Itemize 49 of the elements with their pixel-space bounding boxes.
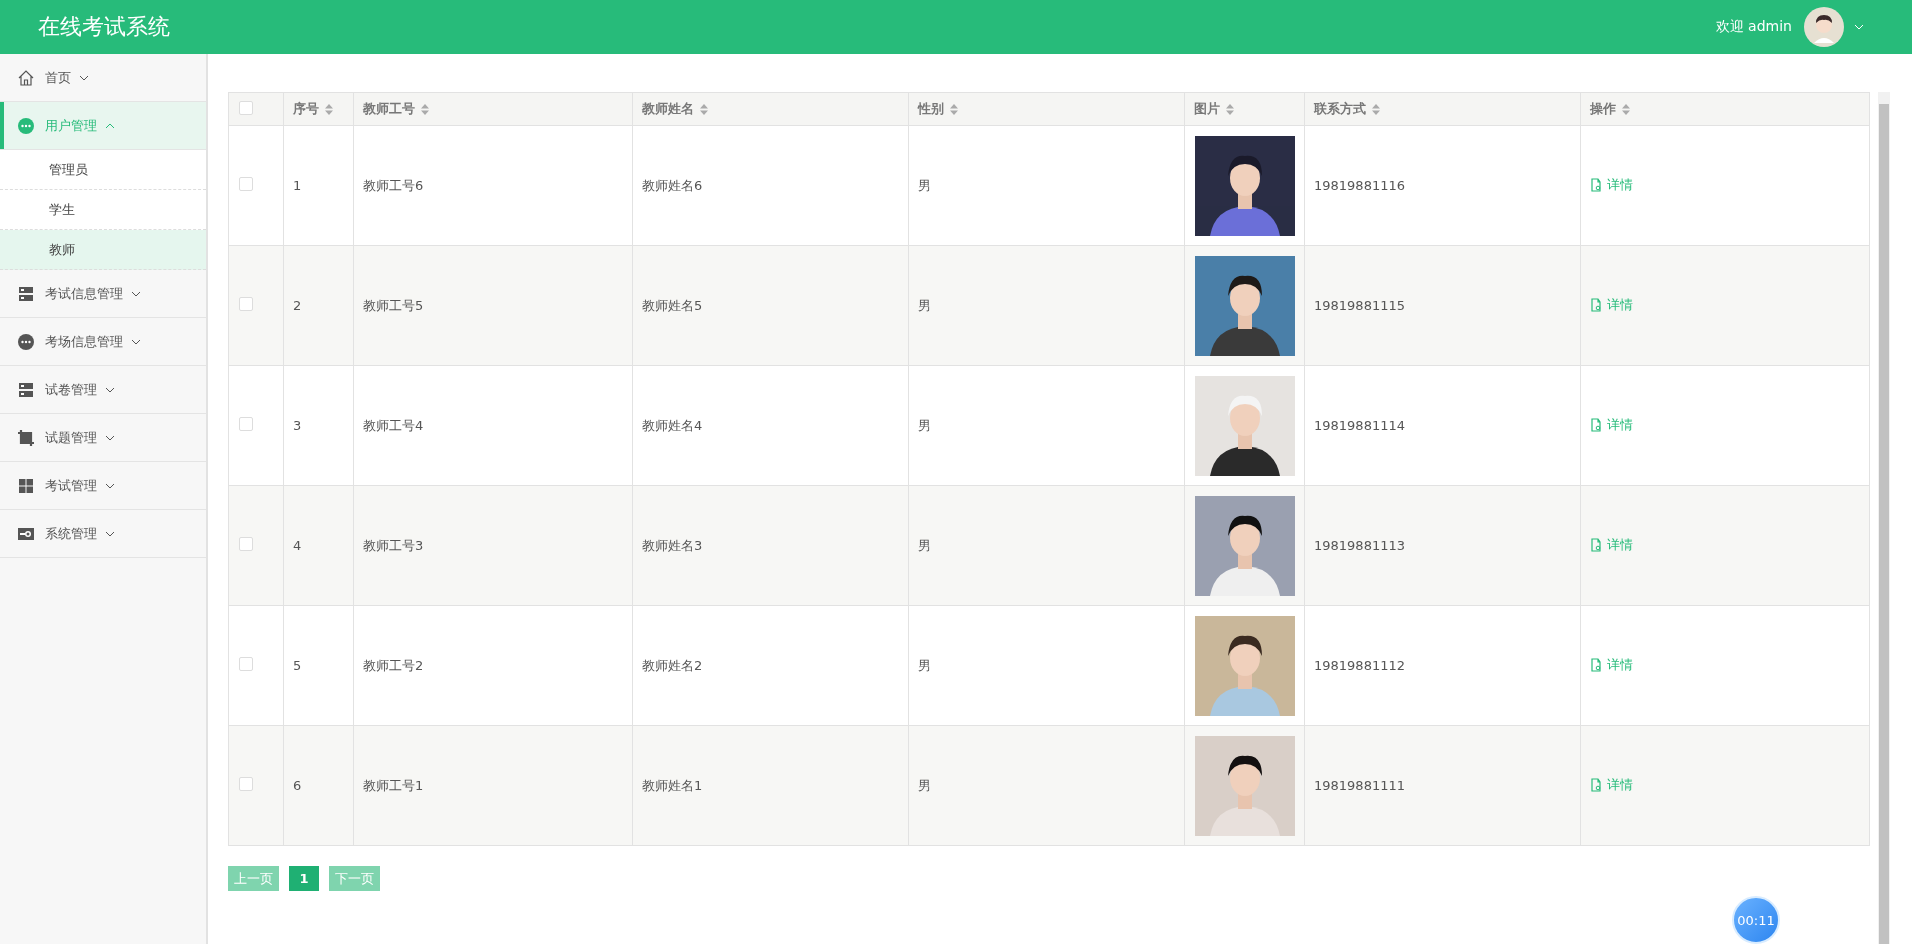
menu-item[interactable]: 考试信息管理	[0, 270, 206, 318]
table-cell: 教师工号3	[363, 537, 424, 553]
table-cell: 教师工号1	[363, 777, 424, 793]
menu-item[interactable]: 试题管理	[0, 414, 206, 462]
table-cell: 教师工号2	[363, 657, 424, 673]
table-cell: 教师姓名3	[642, 537, 703, 553]
submenu-item[interactable]: 教师	[0, 230, 206, 270]
table-cell: 男	[918, 177, 931, 193]
submenu-item[interactable]: 管理员	[0, 150, 206, 190]
column-header: 教师姓名	[642, 100, 694, 118]
table-cell: 男	[918, 297, 931, 313]
table-cell: 19819881116	[1314, 178, 1405, 193]
table-cell: 5	[293, 658, 302, 673]
column-header: 操作	[1590, 100, 1616, 118]
table-cell: 男	[918, 537, 931, 553]
table-cell: 教师工号4	[363, 417, 424, 433]
menu-item[interactable]: 试卷管理	[0, 366, 206, 414]
table-cell: 19819881114	[1314, 418, 1405, 433]
column-header: 教师工号	[363, 100, 415, 118]
app-title: 在线考试系统	[38, 13, 170, 41]
welcome-text: 欢迎 admin	[1715, 18, 1792, 36]
table-cell: 1	[293, 178, 302, 193]
table-cell: 教师工号5	[363, 297, 424, 313]
table-cell: 19819881113	[1314, 538, 1405, 553]
table-cell: 教师工号6	[363, 177, 424, 193]
submenu-item[interactable]: 学生	[0, 190, 206, 230]
table-cell: 19819881112	[1314, 658, 1405, 673]
table-cell: 教师姓名6	[642, 177, 703, 193]
column-header: 序号	[293, 100, 319, 118]
table-cell: 男	[918, 657, 931, 673]
table-cell: 教师姓名2	[642, 657, 703, 673]
table-cell: 6	[293, 778, 302, 793]
table-cell: 男	[918, 777, 931, 793]
table-cell: 教师姓名5	[642, 297, 703, 313]
column-header: 图片	[1194, 100, 1220, 118]
table-cell: 教师姓名4	[642, 417, 703, 433]
table-cell: 19819881111	[1314, 778, 1405, 793]
timer-badge: 00:11	[1732, 896, 1780, 944]
column-header: 性别	[918, 100, 944, 118]
menu-item[interactable]: 系统管理	[0, 510, 206, 558]
menu-item[interactable]: 考试管理	[0, 462, 206, 510]
table-cell: 19819881115	[1314, 298, 1405, 313]
table-cell: 4	[293, 538, 302, 553]
table-cell: 3	[293, 418, 302, 433]
column-header: 联系方式	[1314, 100, 1366, 118]
menu-item[interactable]: 考场信息管理	[0, 318, 206, 366]
table-cell: 男	[918, 417, 931, 433]
table-cell: 教师姓名1	[642, 777, 703, 793]
table-cell: 2	[293, 298, 302, 313]
